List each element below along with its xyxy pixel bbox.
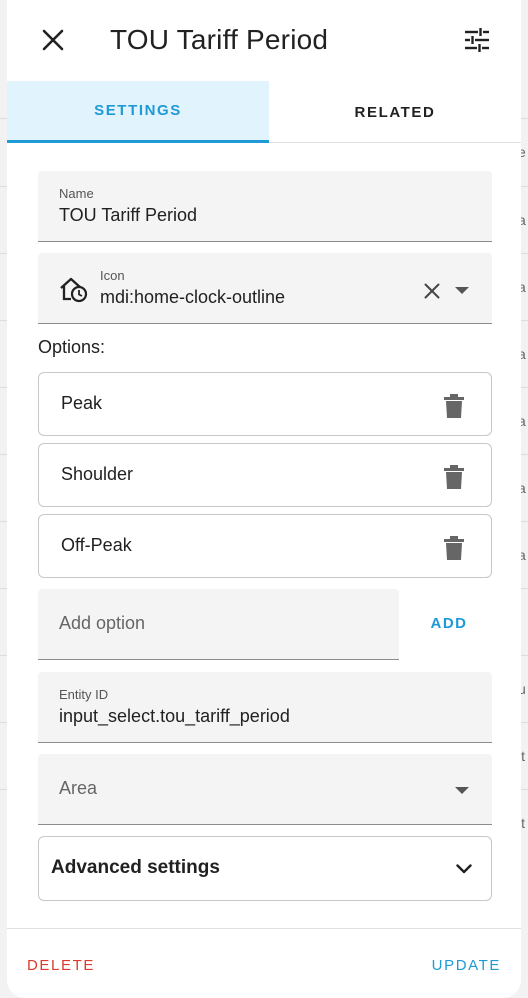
delete-button[interactable]: DELETE bbox=[27, 947, 95, 983]
area-select[interactable]: Area bbox=[38, 754, 492, 825]
dialog-header: TOU Tariff Period bbox=[7, 0, 521, 80]
clear-icon bbox=[424, 283, 440, 299]
caret-down-icon bbox=[455, 787, 469, 794]
icon-dropdown-button[interactable] bbox=[450, 279, 474, 303]
add-option-input[interactable]: Add option bbox=[38, 589, 399, 660]
option-item: Shoulder bbox=[38, 443, 492, 507]
icon-field-label: Icon bbox=[100, 268, 125, 283]
dialog-title: TOU Tariff Period bbox=[110, 24, 329, 55]
option-item: Peak bbox=[38, 372, 492, 436]
entity-settings-dialog: TOU Tariff Period SETTINGS RELATED Name … bbox=[7, 0, 521, 998]
icon-field-value: mdi:home-clock-outline bbox=[100, 287, 286, 307]
trash-icon bbox=[444, 394, 464, 418]
tab-related[interactable]: RELATED bbox=[269, 81, 521, 143]
option-item-label: Off-Peak bbox=[61, 535, 132, 555]
entity-id-field[interactable]: Entity ID input_select.tou_tariff_period bbox=[38, 672, 492, 743]
add-option-button[interactable]: ADD bbox=[417, 605, 481, 641]
update-button[interactable]: UPDATE bbox=[432, 947, 501, 983]
tab-bar: SETTINGS RELATED bbox=[7, 81, 521, 143]
option-item-label: Shoulder bbox=[61, 464, 134, 484]
advanced-settings-expander[interactable]: Advanced settings bbox=[38, 836, 492, 901]
caret-down-icon bbox=[455, 287, 469, 294]
close-button[interactable] bbox=[35, 22, 71, 58]
options-label: Options: bbox=[38, 337, 106, 357]
close-icon bbox=[42, 29, 64, 51]
name-field[interactable]: Name TOU Tariff Period bbox=[38, 171, 492, 242]
tab-settings[interactable]: SETTINGS bbox=[7, 81, 269, 143]
advanced-settings-label: Advanced settings bbox=[51, 857, 220, 878]
delete-option-button[interactable] bbox=[441, 534, 467, 562]
option-item-label: Peak bbox=[61, 393, 103, 413]
chevron-down-icon bbox=[453, 858, 475, 880]
name-field-label: Name bbox=[59, 186, 94, 201]
area-placeholder: Area bbox=[59, 778, 98, 798]
option-item: Off-Peak bbox=[38, 514, 492, 578]
name-field-value: TOU Tariff Period bbox=[59, 205, 198, 225]
icon-picker-field[interactable]: Icon mdi:home-clock-outline bbox=[38, 253, 492, 324]
dialog-footer: DELETE UPDATE bbox=[7, 928, 521, 998]
tune-icon bbox=[465, 28, 489, 52]
home-clock-outline-icon bbox=[57, 273, 89, 305]
entity-settings-button[interactable] bbox=[459, 22, 495, 58]
add-option-placeholder: Add option bbox=[59, 613, 146, 633]
entity-id-field-value: input_select.tou_tariff_period bbox=[59, 706, 290, 726]
entity-id-field-label: Entity ID bbox=[59, 687, 109, 702]
delete-option-button[interactable] bbox=[441, 463, 467, 491]
area-dropdown-button[interactable] bbox=[450, 779, 474, 803]
clear-icon-button[interactable] bbox=[420, 279, 444, 303]
trash-icon bbox=[444, 536, 464, 560]
trash-icon bbox=[444, 465, 464, 489]
delete-option-button[interactable] bbox=[441, 392, 467, 420]
